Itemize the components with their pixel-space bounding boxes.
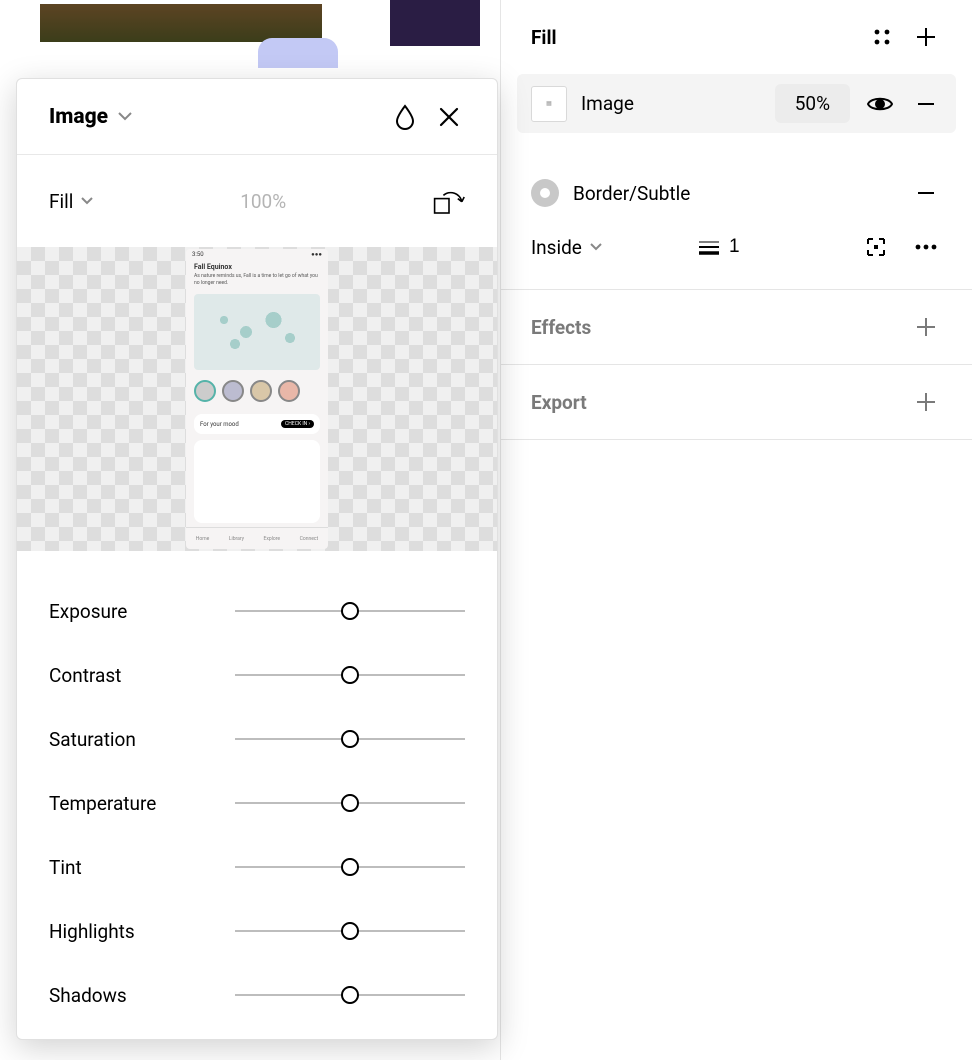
slider-tint: Tint — [49, 835, 465, 899]
border-style-label: Border/Subtle — [573, 182, 896, 205]
slider-thumb[interactable] — [341, 858, 359, 876]
stroke-position-value: Inside — [531, 236, 582, 259]
preview-card-label: For your mood — [200, 421, 239, 428]
scale-mode-value: Fill — [49, 190, 73, 213]
fill-section: Fill ▦ Image 50% Border/Subtle — [501, 0, 972, 290]
slider-label: Saturation — [49, 728, 235, 751]
stroke-weight-field[interactable] — [699, 236, 842, 258]
preview-nav-item: Home — [196, 536, 209, 542]
slider-track[interactable] — [235, 610, 465, 612]
scale-mode-dropdown[interactable]: Fill — [49, 190, 93, 213]
fill-item[interactable]: ▦ Image 50% — [517, 74, 956, 133]
fill-opacity-field[interactable]: 50% — [775, 84, 850, 123]
slider-thumb[interactable] — [341, 730, 359, 748]
effects-title: Effects — [531, 316, 898, 339]
slider-label: Tint — [49, 856, 235, 879]
chevron-down-icon — [118, 112, 132, 121]
slider-saturation: Saturation — [49, 707, 465, 771]
slider-thumb[interactable] — [341, 794, 359, 812]
slider-shadows: Shadows — [49, 963, 465, 1027]
fill-type-dropdown[interactable]: Image — [49, 105, 132, 129]
slider-track[interactable] — [235, 930, 465, 932]
slider-highlights: Highlights — [49, 899, 465, 963]
canvas-shape[interactable] — [258, 38, 338, 68]
stroke-weight-icon — [699, 239, 719, 255]
preview-subtext: As nature reminds us, Fall is a time to … — [194, 273, 320, 286]
slider-track[interactable] — [235, 674, 465, 676]
slider-temperature: Temperature — [49, 771, 465, 835]
canvas-artboard-2[interactable] — [390, 0, 480, 46]
stroke-weight-input[interactable] — [729, 236, 779, 258]
preview-nav-item: Connect — [300, 536, 319, 542]
fill-type-label: Image — [581, 92, 761, 115]
image-opacity-field[interactable]: 100% — [105, 190, 421, 213]
visibility-icon[interactable] — [864, 88, 896, 120]
slider-thumb[interactable] — [341, 666, 359, 684]
slider-thumb[interactable] — [341, 922, 359, 940]
stroke-settings-row: Inside — [531, 231, 942, 289]
slider-thumb[interactable] — [341, 602, 359, 620]
close-icon[interactable] — [433, 101, 465, 133]
slider-label: Contrast — [49, 664, 235, 687]
image-fill-popover: Image Fill 100% 3:50●●● Fall Equinox As … — [16, 78, 498, 1040]
add-effect-icon[interactable] — [910, 311, 942, 343]
effects-section: Effects — [501, 290, 972, 365]
preview-phone-mockup: 3:50●●● Fall Equinox As nature reminds u… — [186, 249, 328, 549]
image-preview[interactable]: 3:50●●● Fall Equinox As nature reminds u… — [17, 247, 497, 551]
slider-track[interactable] — [235, 802, 465, 804]
slider-label: Exposure — [49, 600, 235, 623]
popover-subheader: Fill 100% — [17, 155, 497, 247]
fill-thumbnail[interactable]: ▦ — [531, 86, 567, 122]
detach-style-icon[interactable] — [910, 177, 942, 209]
blend-mode-icon[interactable] — [389, 101, 421, 133]
preview-heading: Fall Equinox — [194, 263, 320, 271]
styles-icon[interactable] — [866, 21, 898, 53]
image-adjust-sliders: Exposure Contrast Saturation Temperature… — [17, 551, 497, 1027]
inspector-panel: Fill ▦ Image 50% Border/Subtle — [500, 0, 972, 1060]
preview-nav-item: Explore — [264, 536, 281, 542]
slider-track[interactable] — [235, 738, 465, 740]
preview-nav-item: Library — [229, 536, 244, 542]
preview-chip: CHECK IN › — [281, 420, 314, 428]
slider-contrast: Contrast — [49, 643, 465, 707]
chevron-down-icon — [590, 243, 602, 251]
slider-track[interactable] — [235, 866, 465, 868]
slider-thumb[interactable] — [341, 986, 359, 1004]
slider-label: Highlights — [49, 920, 235, 943]
popover-header: Image — [17, 79, 497, 155]
slider-track[interactable] — [235, 994, 465, 996]
border-style-row: Border/Subtle — [531, 155, 942, 231]
slider-label: Temperature — [49, 792, 235, 815]
fill-type-value: Image — [49, 105, 108, 129]
border-color-swatch[interactable] — [531, 179, 559, 207]
slider-exposure: Exposure — [49, 579, 465, 643]
export-title: Export — [531, 391, 898, 414]
rotate-image-icon[interactable] — [433, 185, 465, 217]
chevron-down-icon — [81, 197, 93, 205]
add-fill-icon[interactable] — [910, 21, 942, 53]
more-icon[interactable] — [910, 231, 942, 263]
remove-fill-icon[interactable] — [910, 88, 942, 120]
fill-section-title: Fill — [531, 26, 854, 49]
export-section: Export — [501, 365, 972, 440]
slider-label: Shadows — [49, 984, 235, 1007]
stroke-position-dropdown[interactable]: Inside — [531, 236, 681, 259]
add-export-icon[interactable] — [910, 386, 942, 418]
stroke-sides-icon[interactable] — [860, 231, 892, 263]
